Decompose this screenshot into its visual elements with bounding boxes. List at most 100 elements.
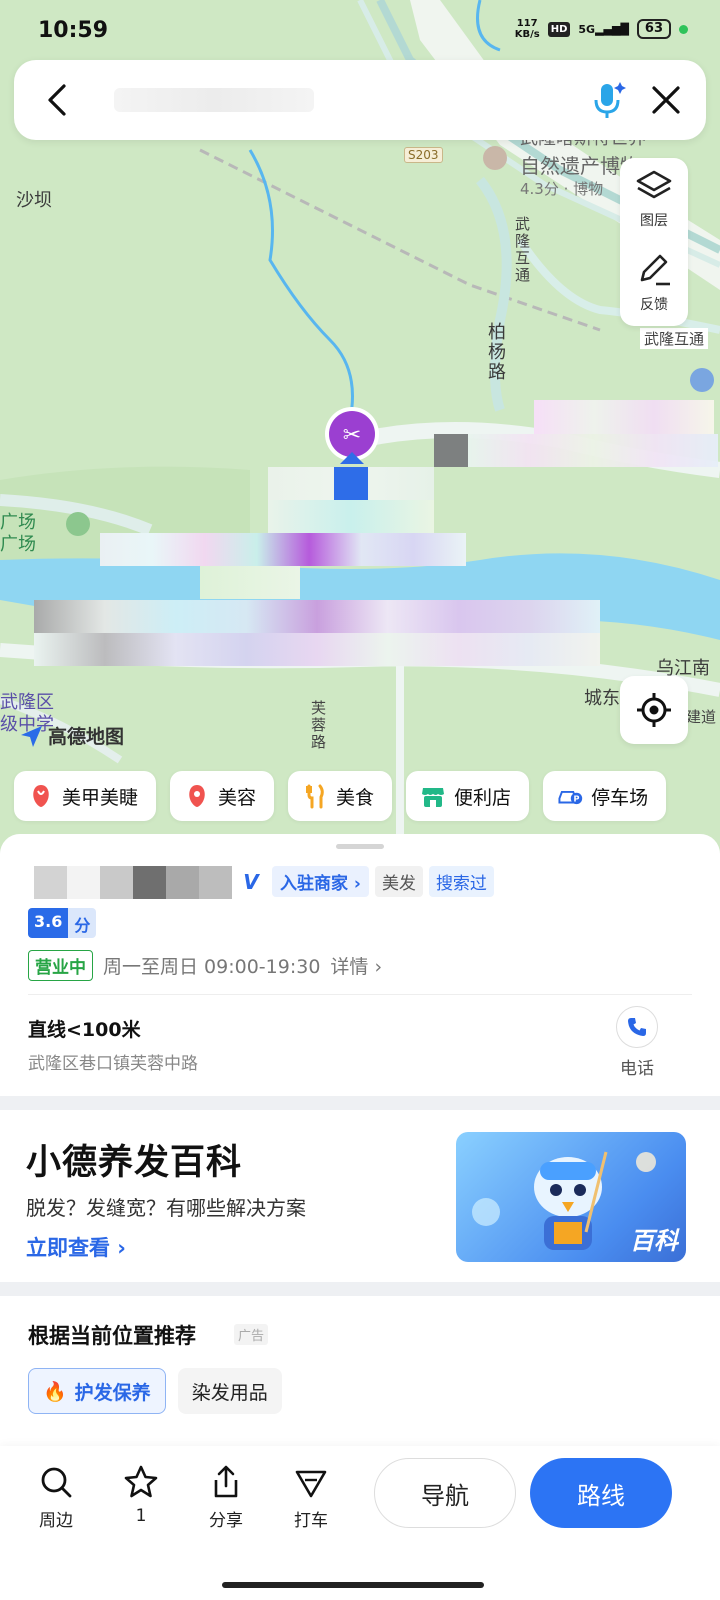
search-input[interactable] [114,82,314,118]
search-bar [14,60,706,140]
chip-label: 护发保养 [74,1381,151,1404]
sheet-drag-handle[interactable] [336,844,384,849]
fire-icon: 🔥 [43,1380,67,1403]
close-icon [652,86,680,114]
rating-badge: 3.6 分 [28,908,97,938]
blurred-region [100,533,466,566]
details-link[interactable]: 详情 › [330,952,382,979]
amap-logo-text: 高德地图 [48,726,125,748]
map-label-museum-rating: 4.3分 · 博物 [520,180,604,198]
locate-icon [637,693,671,727]
svg-text:P: P [574,794,580,804]
chip-beauty[interactable]: 美容 [170,771,275,821]
merchant-tag[interactable]: 入驻商家 › [272,866,369,897]
store-icon [420,783,446,809]
voice-button[interactable] [586,78,630,122]
blurred-region [434,434,468,467]
status-icons: 117 KB/s HD 5G▂▄▆█ 63 [515,18,688,40]
feedback-label: 反馈 [640,297,668,313]
food-icon [302,783,328,809]
recommend-title: 根据当前位置推荐 [28,1324,196,1348]
map-view[interactable]: 沙坝 武隆喀斯特世界 自然遗产博物 4.3分 · 博物 S203 武隆互通 武隆… [0,0,720,860]
ad-badge: 广告 [234,1324,269,1345]
searched-tag: 搜索过 [428,866,494,897]
blurred-region [200,566,300,599]
open-status-badge: 营业中 [28,950,93,981]
bottom-action-bar: 周边 1 分享 打车 导航 路线 [0,1446,720,1600]
scissors-icon: ✂ [325,407,379,464]
map-label-jiandao: 建道 [686,708,717,726]
nearby-button[interactable]: 周边 [26,1464,86,1531]
feedback-button[interactable]: 反馈 [620,252,688,314]
amap-logo-icon [21,725,42,747]
map-label-shaba: 沙坝 [16,190,52,211]
chip-label: 染发用品 [191,1381,268,1404]
home-indicator[interactable] [222,1582,484,1588]
speed-unit: KB/s [514,29,540,40]
close-button[interactable] [646,80,686,120]
chip-label: 美食 [336,786,375,809]
chip-hair-care[interactable]: 🔥 护发保养 [28,1368,166,1414]
phone-label: 电话 [620,1059,654,1079]
address-text: 武隆区巷口镇芙蓉中路 [28,1054,198,1074]
network-type: 5G [578,22,596,36]
amap-logo: 高德地图 [18,722,124,749]
privacy-dot-icon [679,24,688,34]
status-time: 10:59 [38,18,109,43]
chip-store[interactable]: 便利店 [406,771,530,821]
poi-tags: V 入驻商家 › 美发 搜索过 [236,866,494,897]
chip-parking[interactable]: P 停车场 [543,771,667,821]
category-chips: 美甲美睫 美容 美食 便利店 P 停车场 [14,771,667,821]
search-icon [41,1467,72,1498]
back-button[interactable] [38,80,78,120]
navigate-button[interactable]: 导航 [374,1458,516,1528]
map-label-plaza2: 广场 [0,534,36,555]
hours-row[interactable]: 营业中 周一至周日 09:00-19:30 详情 › [28,950,382,981]
blurred-region [34,633,600,666]
signal-icon: 5G▂▄▆█ [578,22,629,36]
share-button[interactable]: 分享 [196,1464,256,1531]
chip-nails[interactable]: 美甲美睫 [14,771,157,821]
status-bar: 10:59 117 KB/s HD 5G▂▄▆█ 63 [0,0,720,60]
category-tag: 美发 [374,866,423,897]
share-icon [214,1465,238,1498]
view-now-link[interactable]: 立即查看 › [26,1232,126,1262]
taxi-button[interactable]: 打车 [281,1464,341,1531]
back-arrow-icon [48,84,66,116]
map-label-interchange-vertical: 武隆互通 [513,216,531,284]
map-label-baiyang-road: 柏杨路 [485,322,506,382]
network-speed: 117 KB/s [515,18,540,40]
map-label-chengdong: 城东 [584,688,620,709]
chip-food[interactable]: 美食 [288,771,393,821]
banner-label: 百科 [630,1227,678,1255]
edit-icon [640,254,670,286]
chip-hair-dye[interactable]: 染发用品 [177,1368,282,1414]
locate-button[interactable] [620,676,688,744]
svg-text:✂: ✂ [343,423,361,448]
verified-v-icon: V [243,869,259,894]
taxi-icon [295,1470,327,1498]
distance-text: 直线<100米 [28,1019,141,1041]
rating-score: 3.6 [28,908,69,938]
recommend-chips: 🔥 护发保养 染发用品 [28,1368,282,1414]
details-label: 详情 [330,956,369,978]
poi-card: V 入驻商家 › 美发 搜索过 3.6 分 营业中 周一至周日 09:00-19… [0,834,720,1096]
layers-button[interactable]: 图层 [620,168,688,230]
blurred-region [468,434,718,467]
layers-label: 图层 [640,213,668,229]
divider [28,994,692,995]
merchant-tag-label: 入驻商家 [280,874,348,894]
encyclopedia-banner[interactable]: 百科 [456,1132,686,1262]
blurred-region [534,400,714,434]
phone-button[interactable]: 电话 [612,1006,662,1079]
blurred-region [268,500,434,533]
share-label: 分享 [209,1511,243,1531]
route-button[interactable]: 路线 [530,1458,672,1528]
hd-badge: HD [547,21,571,37]
map-label-furong-road: 芙蓉路 [309,700,327,751]
favorite-button[interactable]: 1 [111,1464,171,1526]
poi-name-blurred [34,866,232,899]
encyclopedia-title: 小德养发百科 [26,1143,243,1183]
hair-encyclopedia-card[interactable]: 小德养发百科 脱发？发缝宽？有哪些解决方案 立即查看 › 百科 [0,1110,720,1282]
poi-pin[interactable]: ✂ [322,406,382,466]
